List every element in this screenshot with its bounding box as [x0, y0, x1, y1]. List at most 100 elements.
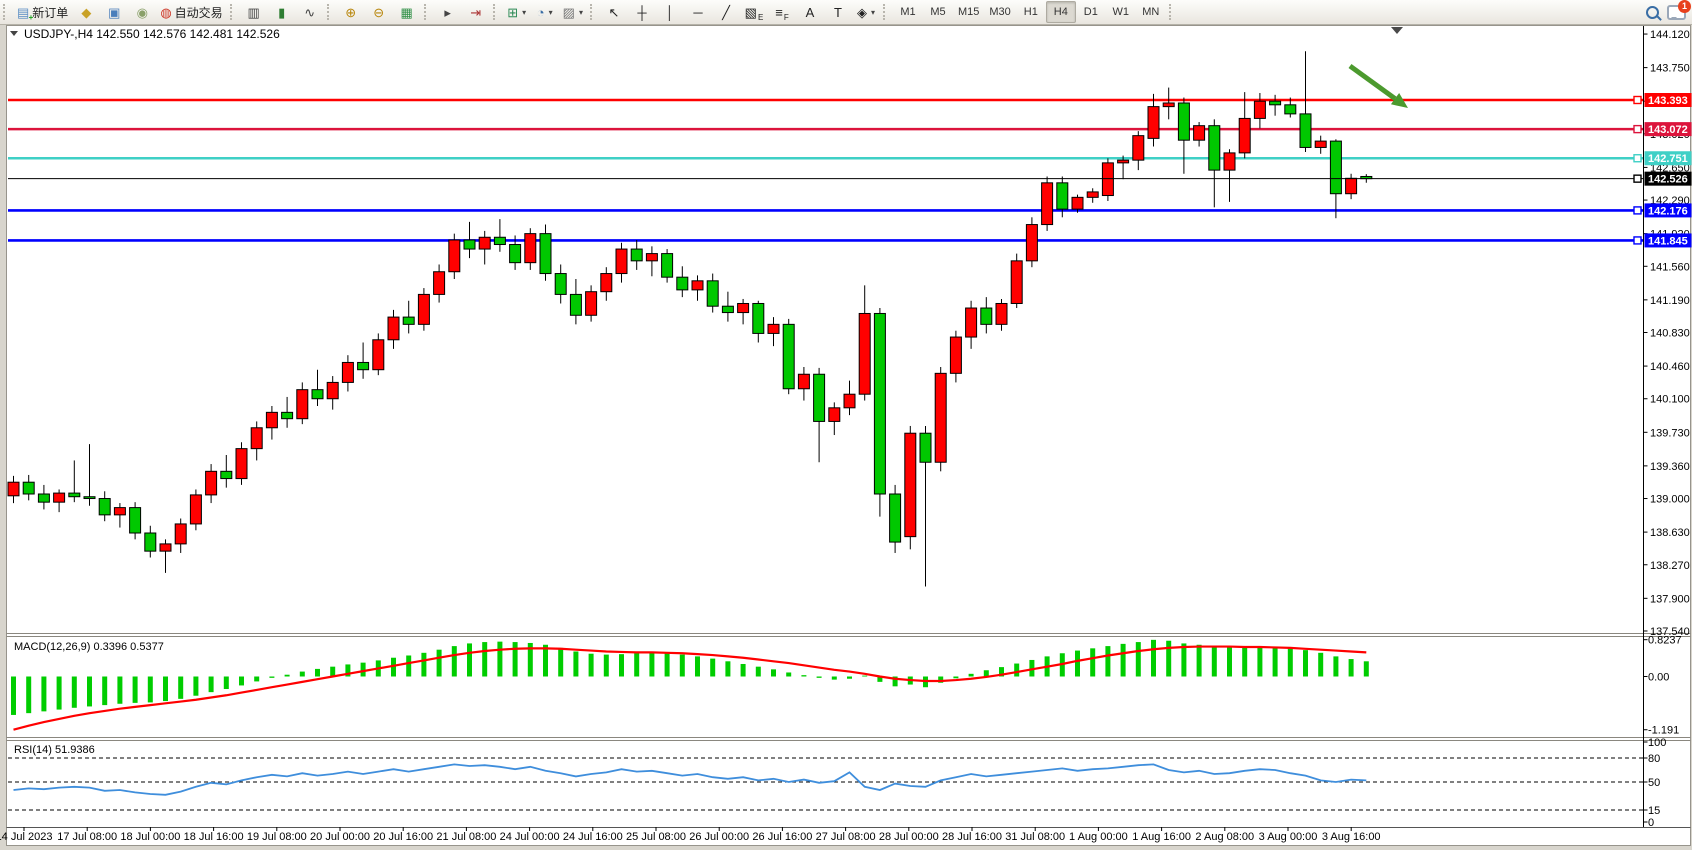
line-anchor-square[interactable] — [1634, 237, 1641, 244]
chart-shift-icon[interactable]: ⇥ — [462, 1, 490, 23]
macd-bar — [649, 653, 654, 677]
candle-body — [1148, 107, 1159, 139]
fibonacci-icon: ≡ — [775, 6, 783, 19]
timeframe-mn-button[interactable]: MN — [1136, 1, 1166, 23]
fibonacci-icon[interactable]: ≡F — [768, 1, 796, 23]
candle-body — [510, 245, 521, 263]
macd-bar — [589, 654, 594, 677]
zoom-in-icon[interactable]: ⊕ — [337, 1, 365, 23]
time-label: 2 Aug 08:00 — [1195, 831, 1254, 843]
line-anchor-square[interactable] — [1634, 126, 1641, 133]
timeframe-m15-button[interactable]: M15 — [953, 1, 984, 23]
chat-icon[interactable]: 1 — [1667, 5, 1686, 20]
macd-bar — [1212, 647, 1217, 677]
candle-body — [905, 433, 916, 536]
macd-bar — [604, 655, 609, 677]
label-icon[interactable]: T — [824, 1, 852, 23]
auto-scroll-icon[interactable]: ▸ — [434, 1, 462, 23]
timeframe-m5-button[interactable]: M5 — [923, 1, 953, 23]
toolbar-separator — [230, 4, 236, 20]
macd-bar — [786, 672, 791, 676]
price-tick-label: 141.560 — [1650, 261, 1690, 273]
new-order-button[interactable]: ▤+新订单 — [13, 1, 72, 23]
macd-bar — [1303, 650, 1308, 676]
candle-body — [1315, 141, 1326, 147]
candle-body — [707, 281, 718, 306]
rsi-tick-label: 0 — [1648, 817, 1654, 829]
candle-body — [601, 274, 612, 292]
price-tick-label: 138.630 — [1650, 527, 1690, 539]
macd-bar — [148, 677, 153, 703]
price-badge-label: 142.176 — [1648, 205, 1688, 217]
price-badge-label: 142.526 — [1648, 174, 1688, 186]
time-label: 28 Jul 00:00 — [879, 831, 939, 843]
candle-body — [1239, 118, 1250, 152]
macd-bar — [1227, 647, 1232, 676]
zoom-out-icon[interactable]: ⊖ — [365, 1, 393, 23]
vertical-line-icon[interactable]: │ — [656, 1, 684, 23]
macd-bar — [847, 677, 852, 679]
indicators-icon[interactable]: ⊞▾ — [503, 1, 531, 23]
timeframe-w1-button[interactable]: W1 — [1106, 1, 1136, 23]
periods-icon[interactable]: ◔▾ — [531, 1, 559, 23]
text-icon[interactable]: A — [796, 1, 824, 23]
profile-icon[interactable]: ◆ — [72, 1, 100, 23]
timeframe-h4-button[interactable]: H4 — [1046, 1, 1076, 23]
price-tick-label: 139.730 — [1650, 427, 1690, 439]
timeframe-h1-button[interactable]: H1 — [1016, 1, 1046, 23]
market-watch-icon[interactable]: ▣ — [100, 1, 128, 23]
bar-chart-icon[interactable]: ▥ — [240, 1, 268, 23]
timeframe-d1-button[interactable]: D1 — [1076, 1, 1106, 23]
horizontal-line-icon[interactable]: ─ — [684, 1, 712, 23]
candle-body — [236, 449, 247, 479]
line-chart-icon[interactable]: ∿ — [296, 1, 324, 23]
notification-badge: 1 — [1678, 0, 1691, 13]
candlestick-chart-icon[interactable]: ▮ — [268, 1, 296, 23]
candle-body — [434, 272, 445, 295]
auto-trading-button: ◍ — [160, 6, 171, 19]
channel-icon-sub: E — [758, 13, 763, 22]
shapes-icon[interactable]: ◈▾ — [852, 1, 880, 23]
macd-bar — [57, 677, 62, 710]
tile-windows-icon[interactable]: ▦ — [393, 1, 421, 23]
trendline-icon[interactable]: ╱ — [712, 1, 740, 23]
candle-body — [1102, 163, 1113, 196]
crosshair-icon[interactable]: ┼ — [628, 1, 656, 23]
timeframe-m30-button[interactable]: M30 — [984, 1, 1015, 23]
candle-body — [1270, 101, 1281, 105]
line-anchor-square[interactable] — [1634, 207, 1641, 214]
line-anchor-square[interactable] — [1634, 97, 1641, 104]
candle-body — [1118, 160, 1129, 163]
macd-bar — [710, 659, 715, 677]
line-chart-icon: ∿ — [304, 6, 315, 19]
candle-body — [1057, 183, 1068, 209]
macd-tick-label: 0.8237 — [1648, 635, 1682, 647]
search-icon[interactable] — [1646, 6, 1659, 19]
signal-icon[interactable]: ◉ — [128, 1, 156, 23]
macd-bar — [665, 653, 670, 676]
candle-body — [1285, 105, 1296, 114]
timeframe-m1-button[interactable]: M1 — [893, 1, 923, 23]
line-anchor-square[interactable] — [1634, 155, 1641, 162]
price-tick-label: 140.100 — [1650, 394, 1690, 406]
line-anchor-square[interactable] — [1634, 175, 1641, 182]
plus-overlay-icon: + — [29, 14, 34, 22]
cursor-icon: ↖ — [609, 6, 620, 19]
chart-window[interactable]: 144.120143.750143.380143.020142.650142.2… — [0, 0, 1692, 850]
macd-bar — [1364, 661, 1369, 676]
macd-bar — [72, 677, 77, 708]
candle-body — [221, 471, 232, 478]
bar-chart-icon: ▥ — [248, 6, 260, 19]
cursor-icon[interactable]: ↖ — [600, 1, 628, 23]
macd-bar — [421, 653, 426, 677]
templates-icon[interactable]: ▨▾ — [559, 1, 587, 23]
auto-trading-button[interactable]: ◍自动交易 — [156, 1, 226, 23]
candle-body — [722, 306, 733, 312]
candle-body — [358, 362, 369, 369]
candle-body — [130, 508, 141, 533]
macd-bar — [984, 670, 989, 676]
channel-icon[interactable]: ▧E — [740, 1, 768, 23]
macd-label: MACD(12,26,9) 0.3396 0.5377 — [14, 641, 164, 653]
candle-body — [479, 237, 490, 249]
candle-body — [966, 308, 977, 337]
